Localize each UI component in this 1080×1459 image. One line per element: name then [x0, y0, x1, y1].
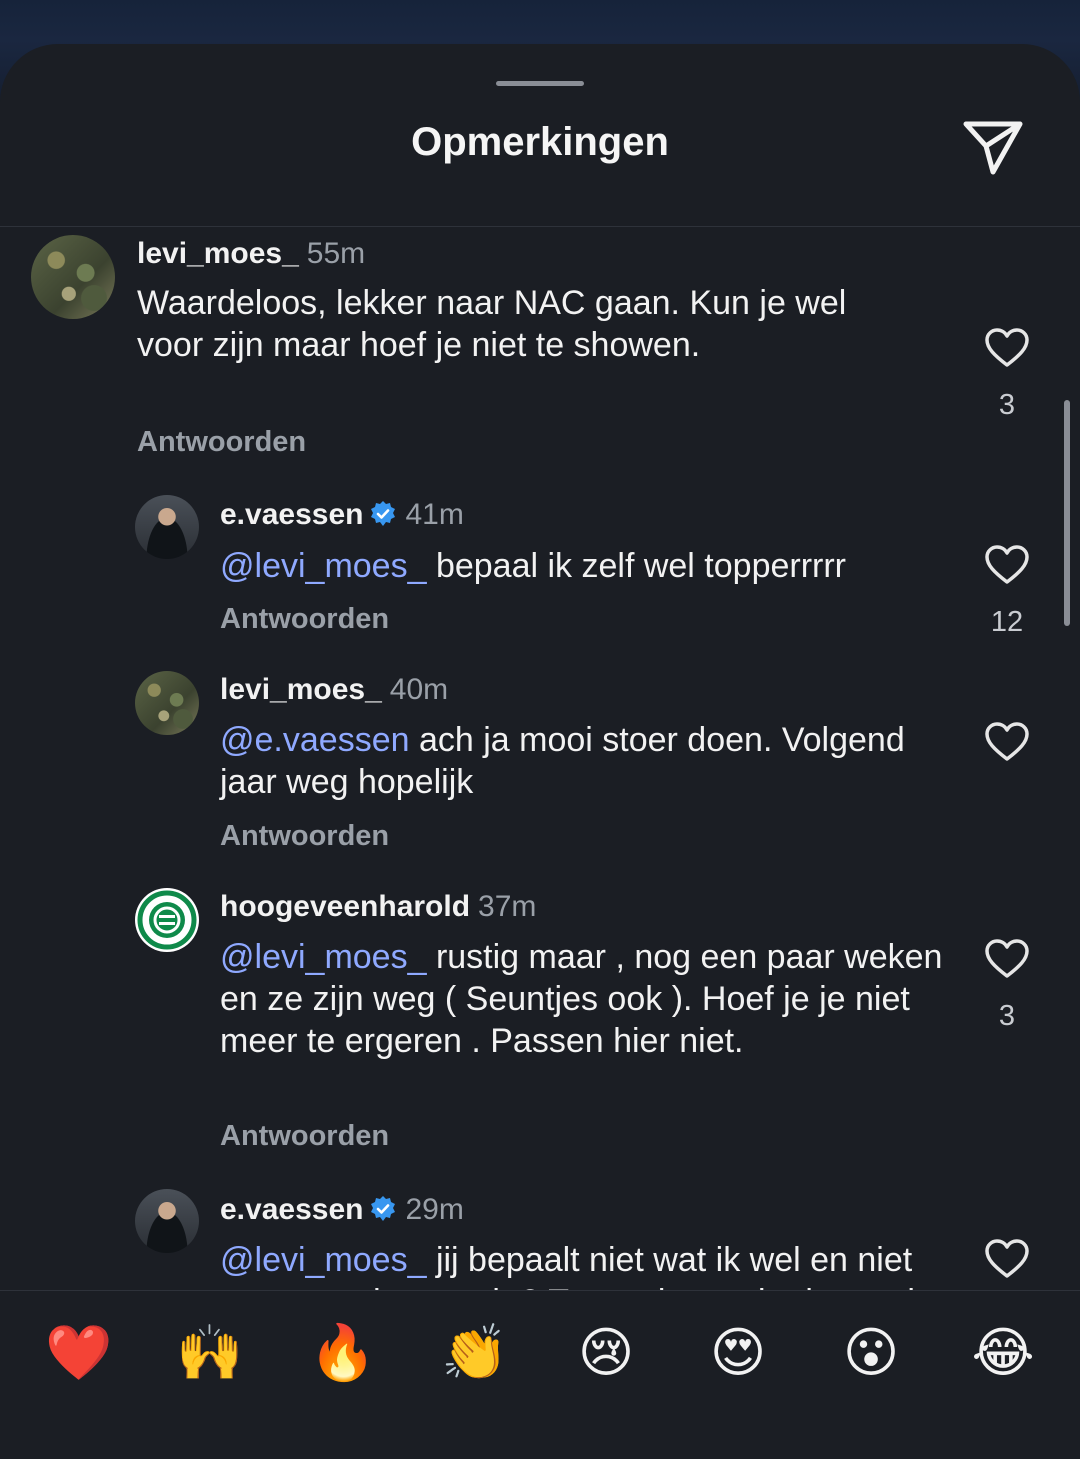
heart-icon[interactable]	[984, 721, 1030, 763]
comment-username[interactable]: hoogeveenharold 37m	[220, 890, 536, 924]
mention-link[interactable]: @levi_moes_	[220, 938, 427, 976]
comment-text: Waardeloos, lekker naar NAC gaan. Kun je…	[137, 282, 867, 366]
heart-icon[interactable]	[984, 938, 1030, 980]
comments-sheet: Opmerkingen levi_moes_ 55m Waardeloos, le…	[0, 44, 1080, 1459]
comment-text: @levi_moes_ bepaal ik zelf wel topperrrr…	[220, 545, 950, 587]
verified-badge-icon	[369, 1195, 397, 1223]
clapping-hands-icon[interactable]: 👏	[441, 1321, 508, 1385]
tears-of-joy-icon[interactable]: 😂	[971, 1321, 1035, 1385]
comment-username[interactable]: levi_moes_ 55m	[137, 237, 365, 271]
mention-link[interactable]: @levi_moes_	[220, 547, 427, 585]
raising-hands-icon[interactable]: 🙌	[176, 1321, 243, 1385]
reply-button[interactable]: Antwoorden	[220, 603, 389, 636]
sheet-grabber[interactable]	[496, 81, 584, 86]
comment-username[interactable]: e.vaessen 29m	[220, 1193, 464, 1227]
comment-text-run: Waardeloos, lekker naar NAC gaan. Kun je…	[137, 284, 847, 364]
comment-text: @e.vaessen ach ja mooi stoer doen. Volge…	[220, 719, 950, 803]
emoji-reaction-bar: ❤️ 🙌 🔥 👏 😢 😍 😮 😂	[0, 1290, 1080, 1416]
avatar[interactable]	[135, 888, 199, 952]
reply-button[interactable]: Antwoorden	[137, 426, 306, 459]
avatar[interactable]	[135, 671, 199, 735]
comment-username[interactable]: e.vaessen 41m	[220, 498, 464, 532]
send-icon[interactable]	[960, 116, 1026, 176]
comment-time: 55m	[306, 237, 366, 270]
comment-time: 41m	[405, 498, 464, 531]
comment-text-run: bepaal ik zelf wel topperrrrr	[426, 547, 847, 585]
heart-icon[interactable]	[984, 327, 1030, 369]
like-count: 3	[998, 389, 1016, 421]
fire-icon[interactable]: 🔥	[309, 1321, 376, 1385]
like-count: 12	[990, 606, 1024, 638]
crying-face-icon[interactable]: 😢	[574, 1321, 638, 1385]
club-logo-icon	[137, 890, 197, 950]
scrollbar[interactable]	[1064, 400, 1070, 626]
comment-username[interactable]: levi_moes_ 40m	[220, 673, 448, 707]
comment-text: @levi_moes_ rustig maar , nog een paar w…	[220, 936, 950, 1062]
mention-link[interactable]: @levi_moes_	[220, 1241, 427, 1279]
avatar[interactable]	[135, 1189, 199, 1253]
comment-list[interactable]: levi_moes_ 55m Waardeloos, lekker naar NA…	[0, 227, 1080, 1335]
surprised-face-icon[interactable]: 😮	[839, 1321, 903, 1385]
verified-badge-icon	[369, 500, 397, 528]
reply-button[interactable]: Antwoorden	[220, 820, 389, 853]
avatar[interactable]	[135, 495, 199, 559]
heart-icon[interactable]	[984, 544, 1030, 586]
comment-time: 40m	[389, 673, 449, 706]
heart-icon[interactable]	[984, 1238, 1030, 1280]
comment-time: 29m	[405, 1193, 464, 1226]
heart-eyes-icon[interactable]: 😍	[706, 1321, 770, 1385]
page-title: Opmerkingen	[411, 120, 669, 164]
avatar[interactable]	[31, 235, 115, 319]
mention-link[interactable]: @e.vaessen	[220, 721, 410, 759]
red-heart-icon[interactable]: ❤️	[45, 1321, 112, 1385]
reply-button[interactable]: Antwoorden	[220, 1120, 389, 1153]
comment-time: 37m	[478, 890, 537, 923]
like-count: 3	[998, 1000, 1016, 1032]
